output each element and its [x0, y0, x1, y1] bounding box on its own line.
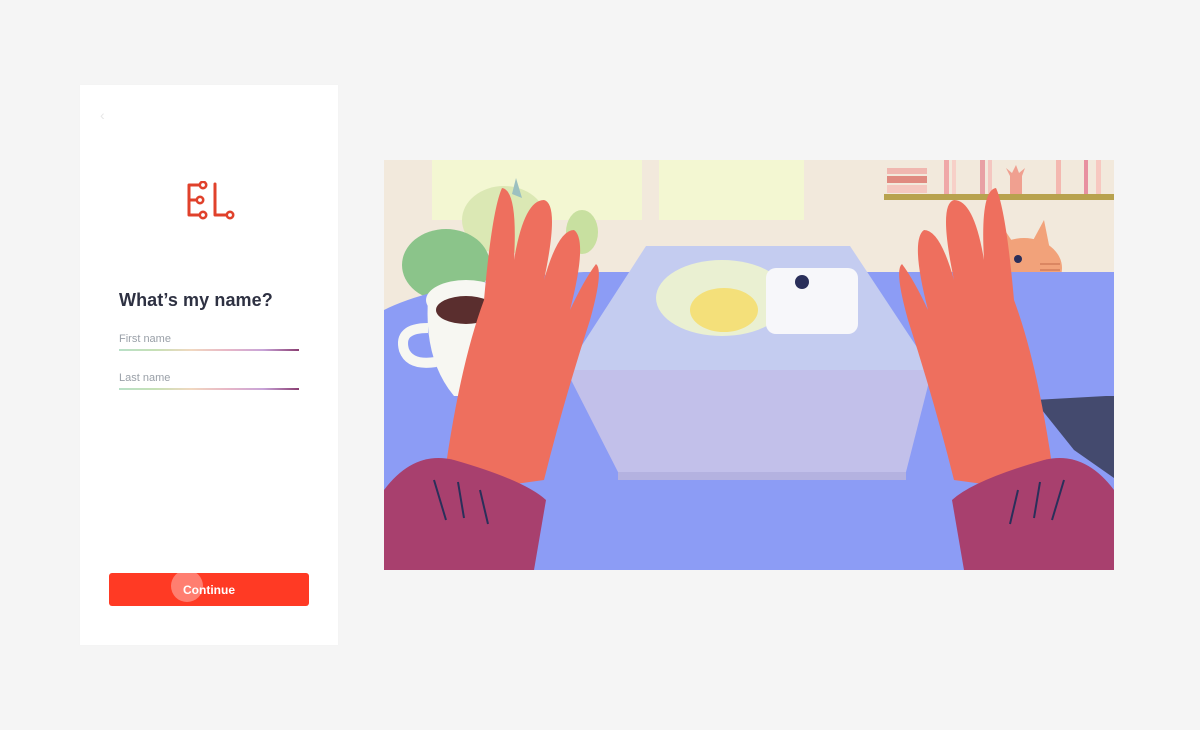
last-name-field[interactable] — [119, 368, 299, 392]
page-title: What’s my name? — [119, 290, 273, 310]
first-name-underline — [119, 349, 299, 351]
window-right — [659, 160, 804, 220]
first-name-field[interactable] — [119, 329, 299, 353]
signup-screen: ‹ What’s my name? Continue — [80, 85, 338, 645]
chevron-left-icon[interactable]: ‹ — [100, 108, 108, 122]
first-name-input[interactable] — [119, 333, 299, 349]
continue-button[interactable]: Continue — [109, 573, 309, 606]
last-name-underline — [119, 388, 299, 390]
el-logo-icon — [187, 181, 235, 220]
last-name-input[interactable] — [119, 372, 299, 388]
hero-illustration — [384, 160, 1114, 570]
continue-label: Continue — [183, 582, 235, 597]
